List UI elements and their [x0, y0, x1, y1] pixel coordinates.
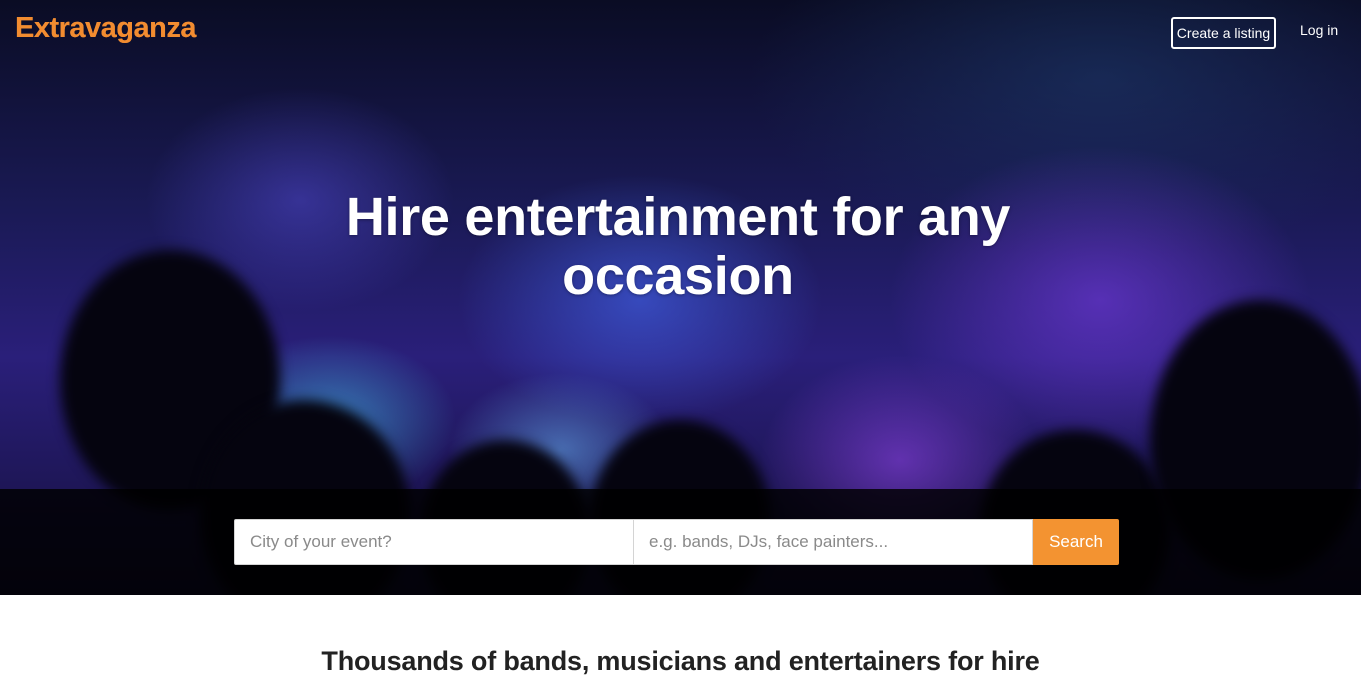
- hero-headline: Hire entertainment for any occasion: [345, 187, 1011, 306]
- top-navigation: Extravaganza Create a listing Log in: [0, 0, 1361, 66]
- search-form: Search: [234, 519, 1119, 565]
- log-in-link[interactable]: Log in: [1300, 22, 1338, 38]
- entertainment-type-input[interactable]: [634, 519, 1033, 565]
- search-button[interactable]: Search: [1033, 519, 1119, 565]
- brand-logo[interactable]: Extravaganza: [15, 12, 197, 45]
- create-listing-button[interactable]: Create a listing: [1171, 17, 1276, 49]
- city-input[interactable]: [234, 519, 634, 565]
